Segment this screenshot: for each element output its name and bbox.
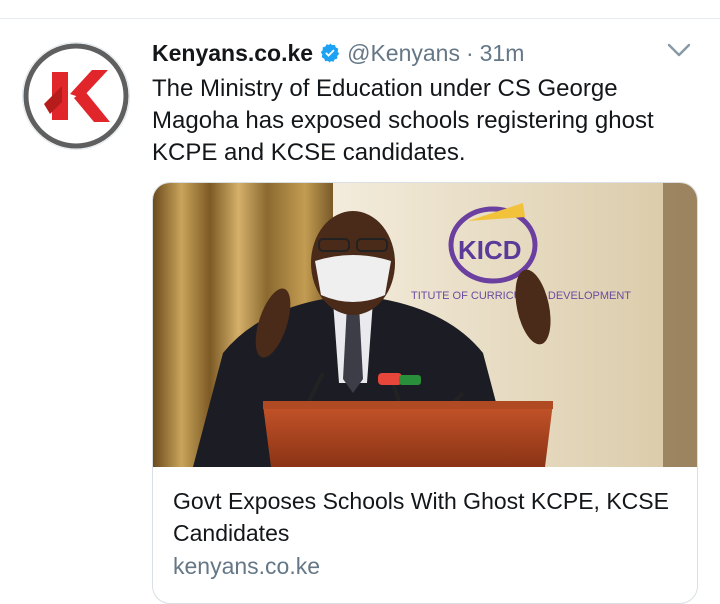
card-image[interactable]: KICD TITUTE OF CURRICULUM DEVELOPMENT <box>153 183 697 467</box>
link-card[interactable]: KICD TITUTE OF CURRICULUM DEVELOPMENT Go… <box>152 182 698 604</box>
card-domain[interactable]: kenyans.co.ke <box>173 553 320 580</box>
tweet[interactable]: Kenyans.co.ke @Kenyans · 31m The Ministr… <box>0 0 720 604</box>
verified-badge-icon <box>320 43 340 63</box>
press-conference-photo: KICD TITUTE OF CURRICULUM DEVELOPMENT <box>153 183 697 467</box>
kicd-logo-text: KICD <box>458 235 522 265</box>
tweet-header: Kenyans.co.ke @Kenyans · 31m <box>152 36 524 70</box>
tweet-text: The Ministry of Education under CS Georg… <box>152 75 654 166</box>
display-name[interactable]: Kenyans.co.ke <box>152 40 313 67</box>
card-title[interactable]: Govt Exposes Schools With Ghost KCPE, KC… <box>173 485 673 549</box>
chevron-down-icon[interactable] <box>664 38 694 62</box>
kenyans-logo-icon <box>23 43 129 149</box>
separator-dot: · <box>465 39 474 66</box>
timestamp[interactable]: 31m <box>480 40 525 67</box>
handle[interactable]: @Kenyans <box>347 40 460 67</box>
avatar[interactable] <box>22 42 130 150</box>
